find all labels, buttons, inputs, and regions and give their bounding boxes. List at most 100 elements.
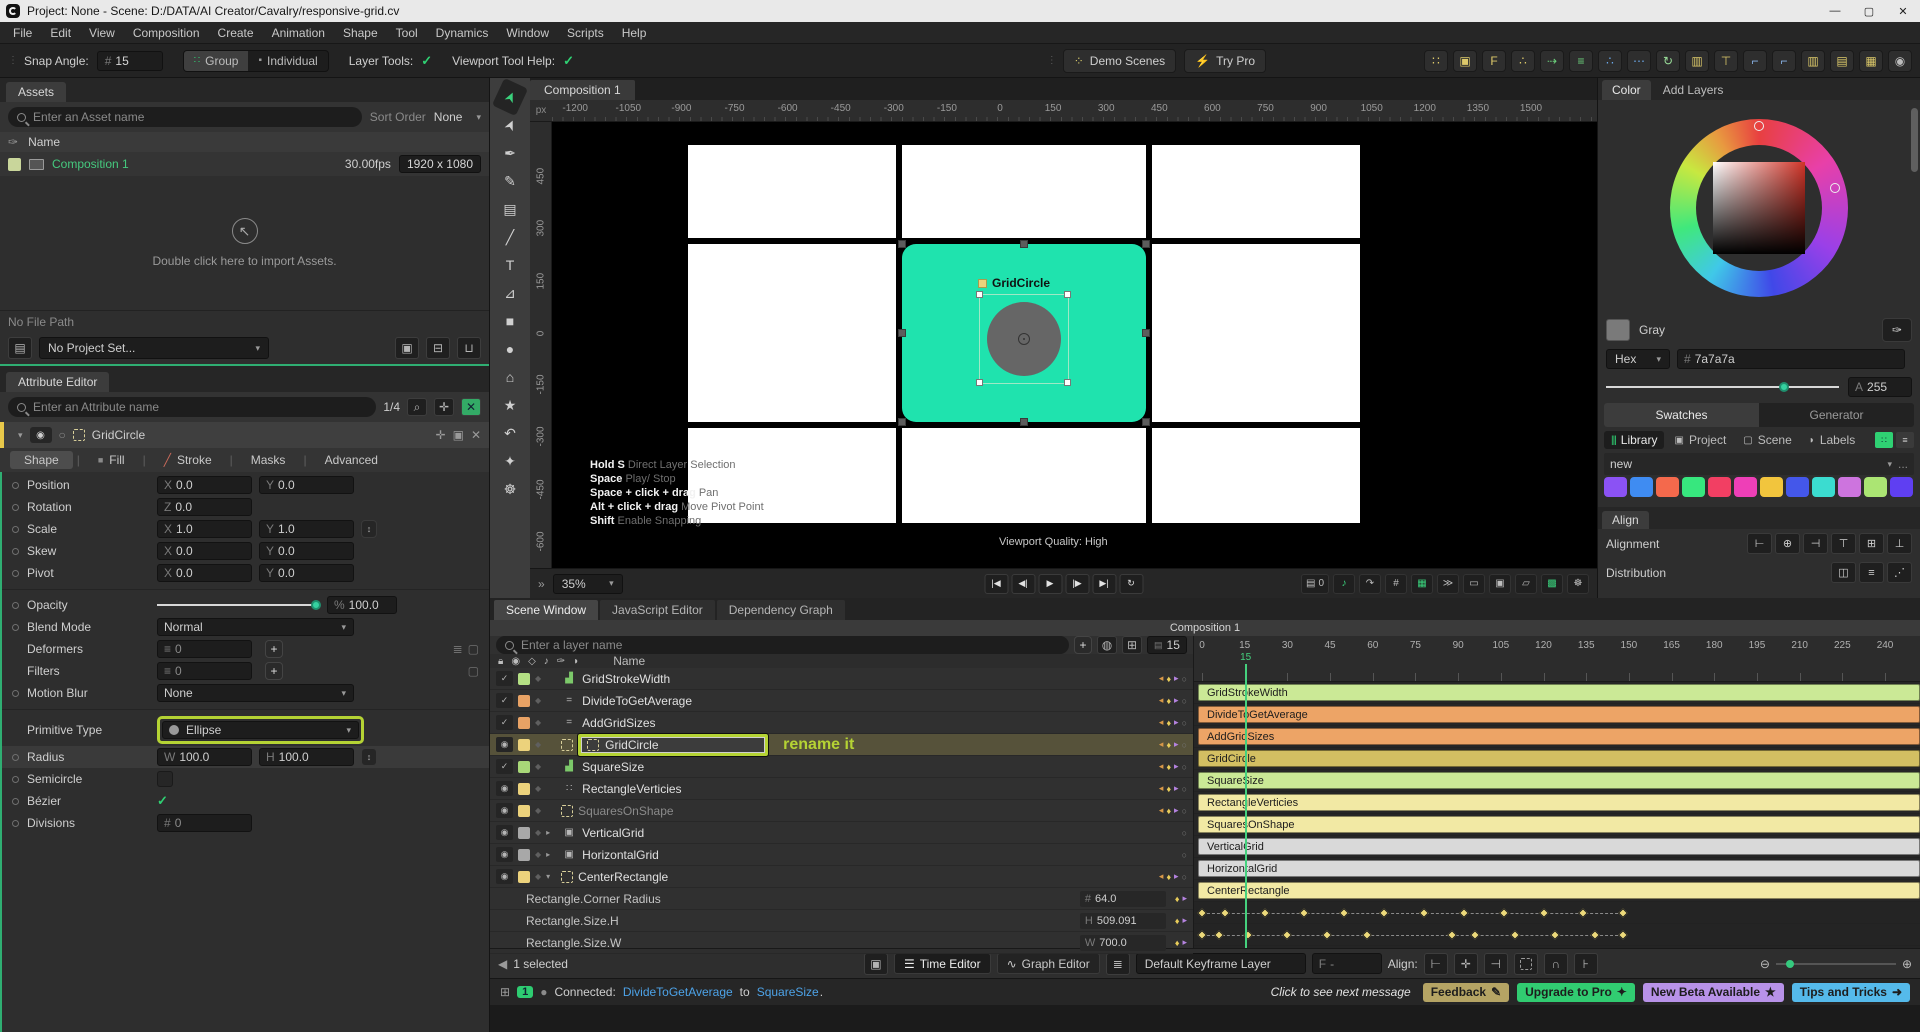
visibility-eye-icon[interactable]: ◉ (496, 847, 513, 862)
settings-tool[interactable]: ☸ (495, 476, 525, 502)
direct-select-tool[interactable]: ➤ (492, 106, 528, 144)
position-y-field[interactable]: Y0.0 (259, 476, 354, 494)
render-camera-icon[interactable]: ◉ (1888, 50, 1912, 72)
layer-color-swatch[interactable] (518, 849, 530, 861)
layer-name[interactable]: GridStrokeWidth (582, 672, 670, 686)
keyframe-diamond[interactable] (1510, 930, 1520, 940)
tag-icon[interactable]: ◆ (535, 828, 541, 837)
list-view-icon[interactable]: ≡ (1896, 432, 1914, 448)
tab-shape[interactable]: Shape (10, 451, 73, 469)
grid-view-icon[interactable]: ∷ (1875, 432, 1893, 448)
solo-circle-icon[interactable]: ○ (1182, 828, 1187, 838)
asset-name[interactable]: Composition 1 (52, 157, 129, 171)
console-icon[interactable]: ⊞ (500, 985, 510, 999)
skew-x-field[interactable]: X0.0 (157, 542, 252, 560)
zoom-in-icon[interactable]: ⊕ (1902, 957, 1912, 971)
layer-color-swatch[interactable] (518, 783, 530, 795)
keyframe-diamond[interactable] (1618, 930, 1628, 940)
playhead[interactable] (1245, 664, 1247, 948)
solo-circle-icon[interactable]: ○ (1182, 850, 1187, 860)
pin-icon[interactable]: ✛ (434, 398, 454, 416)
zoom-attr-icon[interactable]: ⌕ (407, 398, 427, 416)
next-key-icon[interactable]: ▸ (1182, 893, 1187, 904)
rotation-z-field[interactable]: Z0.0 (157, 498, 252, 516)
pivot-target-icon[interactable] (1018, 333, 1030, 345)
layout-toggle-icon[interactable]: ▦ (1411, 574, 1433, 594)
palette-swatch[interactable] (1864, 477, 1887, 497)
prev-key-icon[interactable]: ◂ (1159, 871, 1164, 882)
tag-icon[interactable]: ◆ (535, 872, 541, 881)
layer-name[interactable]: AddGridSizes (582, 716, 655, 730)
tab-advanced[interactable]: Advanced (311, 451, 392, 469)
motion-blur-toggle-icon[interactable]: ↷ (1359, 574, 1381, 594)
layer-color-swatch[interactable] (518, 717, 530, 729)
keyframe-diamond[interactable] (1459, 908, 1469, 918)
blend-mode-select[interactable]: Normal▾ (157, 618, 354, 636)
assets-empty-area[interactable]: ↖ Double click here to import Assets. (0, 176, 489, 310)
node-chain-icon[interactable]: ∴ (1598, 50, 1622, 72)
layer-name-input[interactable]: GridCircle (605, 738, 658, 752)
palette-swatch[interactable] (1630, 477, 1653, 497)
viewport-settings-icon[interactable]: ☸ (1567, 574, 1589, 594)
radius-w-field[interactable]: W100.0 (157, 748, 252, 766)
keyframe-dot[interactable] (12, 820, 19, 827)
tab-fill[interactable]: ■Fill (84, 451, 139, 469)
tab-scene-window[interactable]: Scene Window (494, 600, 598, 620)
tab-add-layers[interactable]: Add Layers (1653, 80, 1734, 100)
asset-color-swatch[interactable] (8, 158, 21, 171)
layer-name[interactable]: SquaresOnShape (578, 804, 673, 818)
grid-toggle-icon[interactable]: # (1385, 574, 1407, 594)
prev-key-icon[interactable]: ◂ (1159, 739, 1164, 750)
menu-composition[interactable]: Composition (124, 22, 209, 44)
link-xy-icon[interactable]: ↕ (361, 520, 377, 538)
step-forward-button[interactable]: |▶ (1065, 574, 1089, 594)
pin-layer-icon[interactable]: ✛ (436, 428, 446, 442)
layer-bar-verticalgrid[interactable]: VerticalGrid (1198, 838, 1920, 855)
menu-view[interactable]: View (80, 22, 124, 44)
deformers-field[interactable]: ≡0 (157, 640, 252, 658)
layer-color-swatch[interactable] (518, 827, 530, 839)
more-options-icon[interactable]: ... (1898, 457, 1908, 471)
property-row[interactable]: Rectangle.Corner Radius#64.0♦▸ (490, 888, 1193, 910)
palette-swatch[interactable] (1656, 477, 1679, 497)
solo-icon[interactable]: ○ (59, 428, 66, 442)
key-diamond-icon[interactable]: ♦ (1166, 740, 1171, 750)
expand-arrow-icon[interactable]: ▸ (546, 828, 556, 837)
close-button[interactable]: ✕ (1886, 0, 1920, 22)
zoom-level-select[interactable]: 35% ▾ (553, 574, 623, 594)
layer-bar-gridcircle[interactable]: GridCircle (1198, 750, 1920, 767)
keyframe-dot[interactable] (12, 798, 19, 805)
hue-ring[interactable] (1670, 119, 1848, 297)
tag-icon[interactable]: ◆ (535, 784, 541, 793)
prev-key-icon[interactable]: ◂ (1159, 783, 1164, 794)
go-to-end-button[interactable]: ▶| (1092, 574, 1116, 594)
layer-name-edit-box[interactable]: GridCircle (578, 734, 768, 756)
selection-handle[interactable] (1142, 418, 1150, 426)
palette-swatch[interactable] (1760, 477, 1783, 497)
new-beta-available-badge[interactable]: New Beta Available★ (1643, 983, 1784, 1002)
layer-bar-addgridsizes[interactable]: AddGridSizes (1198, 728, 1920, 745)
cube-icon[interactable]: ▣ (1453, 50, 1477, 72)
status-from-layer[interactable]: DivideToGetAverage (623, 985, 733, 999)
tab-masks[interactable]: Masks (237, 451, 300, 469)
solo-circle-icon[interactable]: ○ (1182, 784, 1187, 794)
keyframe-diamond[interactable] (1260, 908, 1270, 918)
distribute-h-button[interactable]: ◫ (1831, 562, 1856, 583)
enabled-checkbox[interactable]: ✓ (496, 693, 513, 708)
selection-handle[interactable] (1142, 240, 1150, 248)
next-key-icon[interactable]: ▸ (1174, 717, 1179, 728)
next-key-icon[interactable]: ▸ (1174, 783, 1179, 794)
keyframe-diamond[interactable] (1550, 930, 1560, 940)
palette-swatch[interactable] (1682, 477, 1705, 497)
layer-color-swatch[interactable] (518, 739, 530, 751)
tag-icon[interactable]: ◆ (535, 806, 541, 815)
ellipse-tool[interactable]: ● (495, 336, 525, 362)
deformer-graph-icon[interactable]: ▢ (468, 642, 479, 656)
layer-bar-dividetogetaverage[interactable]: DivideToGetAverage (1198, 706, 1920, 723)
prev-key-icon[interactable]: ◂ (1159, 695, 1164, 706)
solo-circle-icon[interactable]: ○ (1182, 674, 1187, 684)
eyedropper-icon[interactable]: ✑ (8, 135, 18, 149)
layer-name[interactable]: CenterRectangle (578, 870, 668, 884)
align-keys-right-icon[interactable]: ⊣ (1484, 953, 1508, 975)
frame-rate-field[interactable]: ▤15 (1147, 636, 1187, 654)
